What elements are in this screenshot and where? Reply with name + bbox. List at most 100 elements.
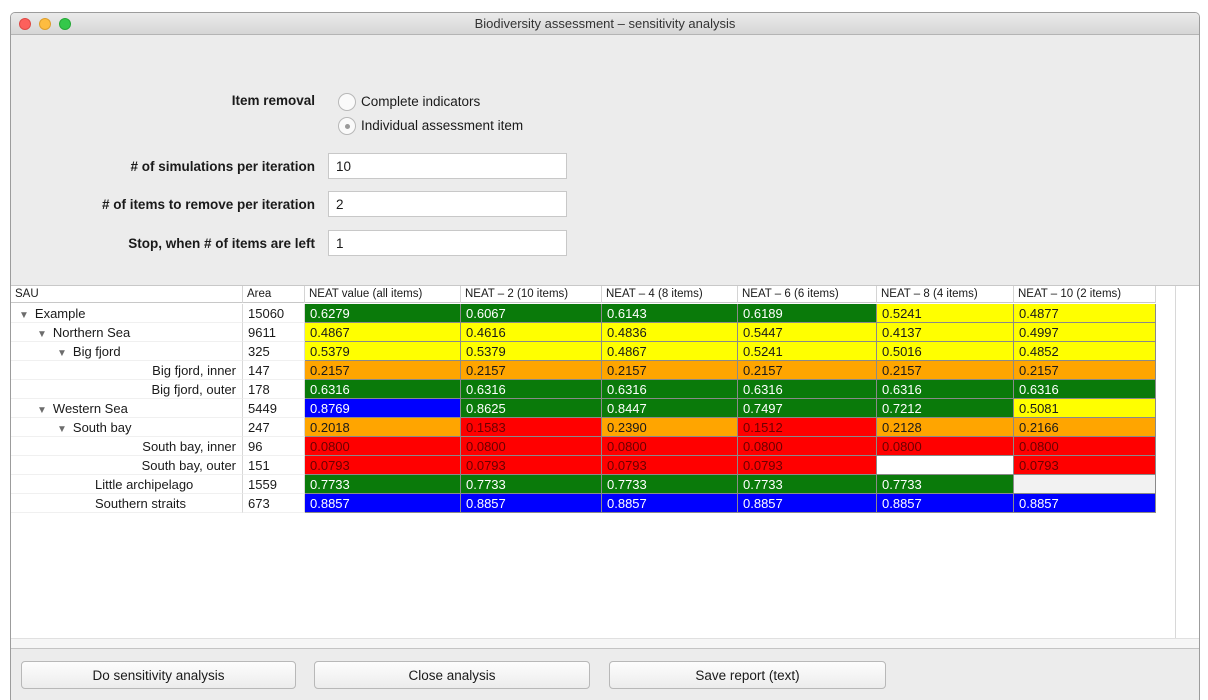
value-cell: 0.2128: [877, 418, 1014, 437]
value-cell: 0.8769: [305, 399, 461, 418]
table-row[interactable]: ▼ Northern Sea 9611 0.4867 0.4616 0.4836 …: [11, 323, 1156, 342]
horizontal-scrollbar[interactable]: [11, 638, 1199, 648]
area-cell: 9611: [243, 323, 305, 342]
save-report-button[interactable]: Save report (text): [609, 661, 886, 689]
value-cell: 0.2157: [877, 361, 1014, 380]
stop-input[interactable]: [328, 230, 567, 256]
value-cell: 0.0800: [305, 437, 461, 456]
value-cell: 0.5379: [305, 342, 461, 361]
sau-cell: ▼ Northern Sea: [11, 323, 243, 342]
value-cell: 0.5447: [738, 323, 877, 342]
sau-cell: South bay, inner: [11, 437, 243, 456]
complete-indicators-label[interactable]: Complete indicators: [361, 94, 480, 109]
table-row[interactable]: Southern straits 673 0.8857 0.8857 0.885…: [11, 494, 1156, 513]
value-cell: 0.5241: [877, 304, 1014, 323]
simulations-label: # of simulations per iteration: [130, 159, 315, 174]
area-cell: 151: [243, 456, 305, 475]
value-cell: 0.7497: [738, 399, 877, 418]
area-cell: 15060: [243, 304, 305, 323]
value-cell: 0.2157: [1014, 361, 1156, 380]
title-bar[interactable]: Biodiversity assessment – sensitivity an…: [11, 13, 1199, 35]
do-sensitivity-analysis-button[interactable]: Do sensitivity analysis: [21, 661, 296, 689]
area-cell: 178: [243, 380, 305, 399]
value-cell: 0.2157: [461, 361, 602, 380]
simulations-input[interactable]: [328, 153, 567, 179]
value-cell: 0.1512: [738, 418, 877, 437]
header-sau[interactable]: SAU: [11, 286, 243, 303]
value-cell: 0.6316: [305, 380, 461, 399]
value-cell: [877, 456, 1014, 475]
table-row[interactable]: Big fjord, outer 178 0.6316 0.6316 0.631…: [11, 380, 1156, 399]
value-cell: 0.0800: [602, 437, 738, 456]
header-neat-6[interactable]: NEAT – 6 (6 items): [738, 286, 877, 303]
value-cell: 0.7733: [877, 475, 1014, 494]
settings-form: Item removal Complete indicators Individ…: [11, 36, 1199, 282]
value-cell: 0.6316: [461, 380, 602, 399]
header-neat-all[interactable]: NEAT value (all items): [305, 286, 461, 303]
value-cell: 0.4867: [305, 323, 461, 342]
sau-cell: ▼ Big fjord: [11, 342, 243, 361]
value-cell: 0.6316: [877, 380, 1014, 399]
table-row[interactable]: Big fjord, inner 147 0.2157 0.2157 0.215…: [11, 361, 1156, 380]
value-cell: 0.7733: [305, 475, 461, 494]
table-row[interactable]: Little archipelago 1559 0.7733 0.7733 0.…: [11, 475, 1156, 494]
value-cell: [1014, 475, 1156, 494]
table-divider: [1175, 286, 1176, 648]
table-row[interactable]: South bay, outer 151 0.0793 0.0793 0.079…: [11, 456, 1156, 475]
area-cell: 673: [243, 494, 305, 513]
table-row[interactable]: ▼ Big fjord 325 0.5379 0.5379 0.4867 0.52…: [11, 342, 1156, 361]
expanded-triangle-icon[interactable]: ▼: [57, 348, 67, 359]
expanded-triangle-icon[interactable]: ▼: [37, 405, 47, 416]
value-cell: 0.8625: [461, 399, 602, 418]
value-cell: 0.8447: [602, 399, 738, 418]
header-neat-10[interactable]: NEAT – 10 (2 items): [1014, 286, 1156, 303]
expanded-triangle-icon[interactable]: ▼: [19, 310, 29, 321]
value-cell: 0.8857: [877, 494, 1014, 513]
sau-cell: Big fjord, inner: [11, 361, 243, 380]
results-table[interactable]: SAU Area NEAT value (all items) NEAT – 2…: [11, 285, 1199, 648]
value-cell: 0.2018: [305, 418, 461, 437]
expanded-triangle-icon[interactable]: ▼: [37, 329, 47, 340]
value-cell: 0.8857: [1014, 494, 1156, 513]
table-row[interactable]: South bay, inner 96 0.0800 0.0800 0.0800…: [11, 437, 1156, 456]
value-cell: 0.5081: [1014, 399, 1156, 418]
items-remove-label: # of items to remove per iteration: [101, 197, 315, 212]
value-cell: 0.0800: [738, 437, 877, 456]
sau-cell: Little archipelago: [11, 475, 243, 494]
value-cell: 0.6316: [602, 380, 738, 399]
table-row[interactable]: ▼ South bay 247 0.2018 0.1583 0.2390 0.15…: [11, 418, 1156, 437]
value-cell: 0.4997: [1014, 323, 1156, 342]
table-row[interactable]: ▼ Western Sea 5449 0.8769 0.8625 0.8447 0…: [11, 399, 1156, 418]
sau-cell: ▼ South bay: [11, 418, 243, 437]
value-cell: 0.7733: [461, 475, 602, 494]
value-cell: 0.0800: [1014, 437, 1156, 456]
value-cell: 0.5016: [877, 342, 1014, 361]
value-cell: 0.0793: [305, 456, 461, 475]
value-cell: 0.6189: [738, 304, 877, 323]
header-neat-2[interactable]: NEAT – 2 (10 items): [461, 286, 602, 303]
close-analysis-button[interactable]: Close analysis: [314, 661, 590, 689]
value-cell: 0.7212: [877, 399, 1014, 418]
value-cell: 0.6279: [305, 304, 461, 323]
value-cell: 0.6316: [1014, 380, 1156, 399]
items-remove-input[interactable]: [328, 191, 567, 217]
value-cell: 0.4852: [1014, 342, 1156, 361]
area-cell: 325: [243, 342, 305, 361]
sau-cell: ▼ Example: [11, 304, 243, 323]
value-cell: 0.6067: [461, 304, 602, 323]
expanded-triangle-icon[interactable]: ▼: [57, 424, 67, 435]
header-neat-8[interactable]: NEAT – 8 (4 items): [877, 286, 1014, 303]
individual-item-radio[interactable]: [338, 117, 356, 135]
value-cell: 0.4616: [461, 323, 602, 342]
value-cell: 0.2166: [1014, 418, 1156, 437]
sau-cell: Southern straits: [11, 494, 243, 513]
value-cell: 0.0793: [461, 456, 602, 475]
individual-item-label[interactable]: Individual assessment item: [361, 118, 523, 133]
value-cell: 0.2390: [602, 418, 738, 437]
header-neat-4[interactable]: NEAT – 4 (8 items): [602, 286, 738, 303]
complete-indicators-radio[interactable]: [338, 93, 356, 111]
table-row[interactable]: ▼ Example 15060 0.6279 0.6067 0.6143 0.61…: [11, 304, 1156, 323]
value-cell: 0.4877: [1014, 304, 1156, 323]
value-cell: 0.8857: [305, 494, 461, 513]
header-area[interactable]: Area: [243, 286, 305, 303]
